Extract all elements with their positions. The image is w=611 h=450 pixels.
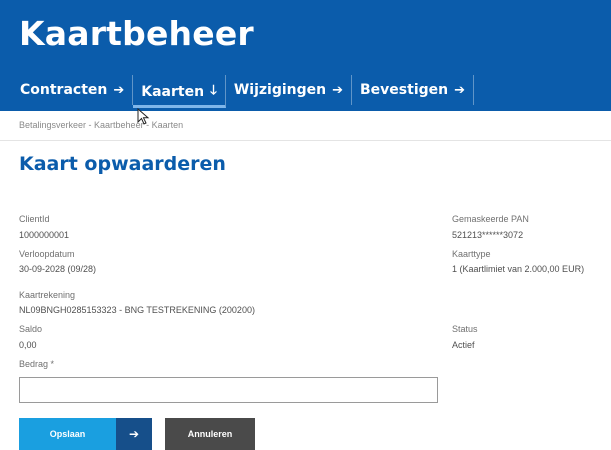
cancel-button[interactable]: Annuleren bbox=[165, 418, 255, 450]
app-title: Kaartbeheer bbox=[19, 14, 254, 53]
arrow-down-icon: 🡓 bbox=[210, 82, 217, 98]
nav-item-label: Contracten bbox=[20, 82, 108, 98]
page-title: Kaart opwaarderen bbox=[19, 153, 226, 175]
card-account-label: Kaartrekening bbox=[19, 290, 76, 300]
balance-value: 0,00 bbox=[19, 340, 37, 350]
card-type-label: Kaarttype bbox=[452, 249, 491, 259]
masked-pan-label: Gemaskeerde PAN bbox=[452, 214, 529, 224]
arrow-right-icon: ➔ bbox=[454, 82, 466, 98]
save-button[interactable]: Opslaan ➔ bbox=[19, 418, 152, 450]
amount-label: Bedrag * bbox=[19, 359, 55, 369]
arrow-right-icon: ➔ bbox=[116, 418, 152, 450]
nav-item-wijzigingen[interactable]: Wijzigingen ➔ bbox=[226, 75, 353, 105]
arrow-right-icon: ➔ bbox=[332, 82, 344, 98]
client-id-value: 1000000001 bbox=[19, 230, 70, 240]
arrow-right-icon: ➔ bbox=[113, 82, 125, 98]
masked-pan-value: 521213******3072 bbox=[452, 230, 524, 240]
status-value: Actief bbox=[452, 340, 475, 350]
amount-input[interactable] bbox=[19, 377, 438, 403]
breadcrumb: Betalingsverkeer - Kaartbeheer - Kaarten bbox=[19, 120, 184, 130]
mouse-cursor-icon bbox=[137, 108, 150, 125]
nav-item-bevestigen[interactable]: Bevestigen ➔ bbox=[352, 75, 475, 105]
card-type-value: 1 (Kaartlimiet van 2.000,00 EUR) bbox=[452, 264, 585, 274]
client-id-label: ClientId bbox=[19, 214, 50, 224]
balance-label: Saldo bbox=[19, 324, 43, 334]
nav-item-label: Kaarten bbox=[141, 83, 205, 100]
main-nav: Contracten ➔ Kaarten 🡓 Wijzigingen ➔ Bev… bbox=[12, 75, 475, 111]
nav-item-label: Wijzigingen bbox=[233, 82, 327, 98]
expiry-value: 30-09-2028 (09/28) bbox=[19, 264, 97, 274]
nav-item-label: Bevestigen bbox=[360, 82, 449, 98]
card-account-value: NL09BNGH0285153323 - BNG TESTREKENING (2… bbox=[19, 305, 255, 315]
app-header: Kaartbeheer Contracten ➔ Kaarten 🡓 Wijzi… bbox=[0, 0, 611, 111]
nav-item-contracten[interactable]: Contracten ➔ bbox=[12, 75, 134, 105]
status-label: Status bbox=[452, 324, 478, 334]
save-button-label: Opslaan bbox=[19, 418, 116, 450]
nav-item-kaarten[interactable]: Kaarten 🡓 bbox=[133, 75, 226, 108]
expiry-label: Verloopdatum bbox=[19, 249, 75, 259]
divider bbox=[0, 140, 611, 141]
